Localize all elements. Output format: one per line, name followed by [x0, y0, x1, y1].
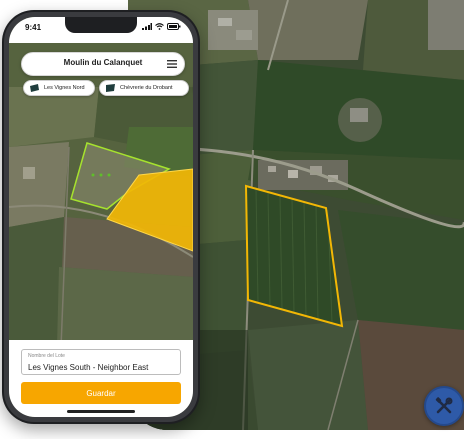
farm-title: Moulin du Calanquet: [63, 58, 143, 67]
farm-title-bar[interactable]: Moulin du Calanquet: [21, 52, 185, 76]
lot-name-field[interactable]: Nombre del Lote Les Vignes South - Neigh…: [21, 349, 181, 375]
save-button-label: Guardar: [86, 388, 116, 398]
chip-label: Les Vignes Nord: [44, 85, 85, 91]
lot-name-panel: Nombre del Lote Les Vignes South - Neigh…: [9, 340, 193, 417]
signal-icon: [142, 23, 152, 30]
lot-name-value[interactable]: Les Vignes South - Neighbor East: [28, 363, 148, 372]
chip-chevrerie-du-drobant[interactable]: Chèvrerie du Drobant: [99, 80, 189, 96]
save-button[interactable]: Guardar: [21, 382, 181, 404]
status-bar: 9:41: [9, 17, 193, 43]
battery-icon: [167, 23, 181, 30]
field-shape-icon: [106, 84, 115, 92]
phone-screen: 9:41 Moulin du Calanquet Les Vignes Nord…: [9, 17, 193, 417]
phone-frame: 9:41 Moulin du Calanquet Les Vignes Nord…: [2, 10, 200, 424]
hamburger-icon[interactable]: [167, 59, 177, 69]
wifi-icon: [155, 23, 164, 30]
home-indicator: [67, 410, 135, 413]
lot-name-label: Nombre del Lote: [28, 353, 65, 359]
status-time: 9:41: [25, 23, 42, 32]
field-shape-icon: [30, 84, 39, 92]
chip-label: Chèvrerie du Drobant: [120, 85, 173, 91]
tools-button[interactable]: [424, 386, 464, 426]
status-icons: [142, 23, 181, 30]
chip-les-vignes-nord[interactable]: Les Vignes Nord: [23, 80, 95, 96]
tools-icon: [435, 397, 453, 414]
lot-chips: Les Vignes Nord Chèvrerie du Drobant: [23, 80, 193, 98]
phone-notch: [65, 17, 137, 33]
